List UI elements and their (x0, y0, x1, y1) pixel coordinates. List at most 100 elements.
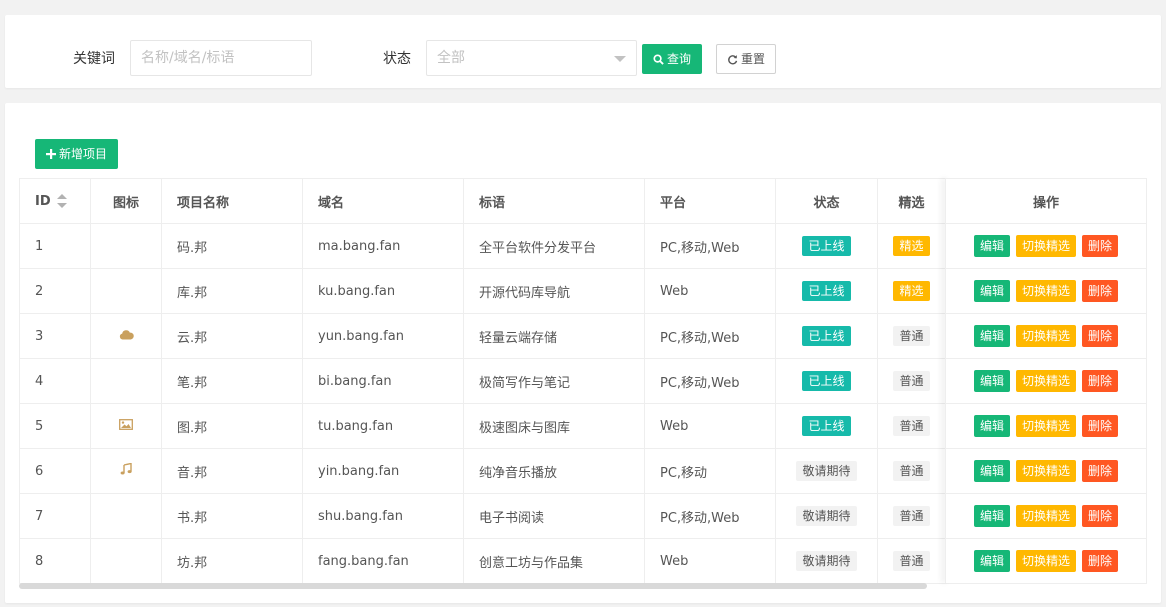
horizontal-scrollbar[interactable] (19, 583, 927, 589)
keyword-input[interactable]: 名称/域名/标语 (130, 40, 312, 76)
delete-button[interactable]: 删除 (1082, 370, 1119, 392)
cell-slogan: 轻量云端存储 (463, 313, 645, 359)
toggle-featured-button[interactable]: 切换精选 (1015, 505, 1076, 527)
cell-status: 已上线 (775, 223, 878, 269)
cell-featured: 普通 (877, 448, 946, 494)
cell-featured: 精选 (877, 268, 946, 314)
featured-badge: 普通 (893, 326, 930, 346)
cell-id: 5 (19, 403, 91, 449)
keyword-label: 关键词 (73, 51, 115, 67)
delete-button[interactable]: 删除 (1082, 460, 1119, 482)
sort-icon[interactable] (56, 194, 67, 208)
table-panel: 新增项目 ID 图标 项目名称 域名 标语 平台 状态 精选 操作 1 码.邦 ma… (5, 103, 1161, 603)
edit-button[interactable]: 编辑 (973, 325, 1010, 347)
status-badge: 敬请期待 (796, 461, 857, 481)
edit-button[interactable]: 编辑 (973, 370, 1010, 392)
table-row[interactable]: 5 图.邦 tu.bang.fan 极速图床与图库 Web 已上线 普通 编辑 切换精选 删除 (19, 403, 1147, 449)
delete-button[interactable]: 删除 (1082, 325, 1119, 347)
table-row[interactable]: 4 笔.邦 bi.bang.fan 极简写作与笔记 PC,移动,Web 已上线 普通 编辑 切换… (19, 358, 1147, 404)
status-badge: 已上线 (802, 416, 851, 436)
delete-button[interactable]: 删除 (1082, 415, 1119, 437)
delete-button[interactable]: 删除 (1082, 505, 1119, 527)
query-button[interactable]: 查询 (642, 44, 702, 74)
cell-actions: 编辑 切换精选 删除 (945, 538, 1147, 584)
featured-badge: 普通 (893, 506, 930, 526)
cell-icon (90, 313, 162, 359)
featured-badge: 精选 (893, 281, 930, 301)
table-row[interactable]: 2 库.邦 ku.bang.fan 开源代码库导航 Web 已上线 精选 编辑 切换精选 删除 (19, 268, 1147, 314)
cell-name: 书.邦 (161, 493, 303, 539)
table-row[interactable]: 7 书.邦 shu.bang.fan 电子书阅读 PC,移动,Web 敬请期待 普通 编辑 切换… (19, 493, 1147, 539)
table-row[interactable]: 3 云.邦 yun.bang.fan 轻量云端存储 PC,移动,Web 已上线 普通 编辑 切换… (19, 313, 1147, 359)
cell-slogan: 电子书阅读 (463, 493, 645, 539)
toggle-featured-button[interactable]: 切换精选 (1015, 235, 1076, 257)
cell-domain: yun.bang.fan (302, 313, 464, 359)
cell-name: 图.邦 (161, 403, 303, 449)
cell-domain: ma.bang.fan (302, 223, 464, 269)
toggle-featured-button[interactable]: 切换精选 (1015, 550, 1076, 572)
status-badge: 敬请期待 (796, 506, 857, 526)
header-domain: 域名 (302, 178, 464, 224)
add-project-label: 新增项目 (58, 147, 107, 161)
featured-badge: 普通 (893, 416, 930, 436)
table-row[interactable]: 1 码.邦 ma.bang.fan 全平台软件分发平台 PC,移动,Web 已上线 精选 编辑… (19, 223, 1147, 269)
cell-domain: yin.bang.fan (302, 448, 464, 494)
edit-button[interactable]: 编辑 (973, 505, 1010, 527)
query-button-label: 查询 (666, 52, 691, 66)
cell-icon (90, 223, 162, 269)
cell-domain: shu.bang.fan (302, 493, 464, 539)
toggle-featured-button[interactable]: 切换精选 (1015, 370, 1076, 392)
featured-badge: 普通 (893, 461, 930, 481)
cell-id: 6 (19, 448, 91, 494)
add-project-button[interactable]: 新增项目 (35, 139, 118, 169)
cell-id: 3 (19, 313, 91, 359)
cell-name: 音.邦 (161, 448, 303, 494)
toggle-featured-button[interactable]: 切换精选 (1015, 325, 1076, 347)
cell-domain: fang.bang.fan (302, 538, 464, 584)
header-slogan: 标语 (463, 178, 645, 224)
edit-button[interactable]: 编辑 (973, 550, 1010, 572)
toggle-featured-button[interactable]: 切换精选 (1015, 280, 1076, 302)
delete-button[interactable]: 删除 (1082, 280, 1119, 302)
edit-button[interactable]: 编辑 (973, 415, 1010, 437)
edit-button[interactable]: 编辑 (973, 235, 1010, 257)
cell-slogan: 开源代码库导航 (463, 268, 645, 314)
cell-actions: 编辑 切换精选 删除 (945, 493, 1147, 539)
cell-slogan: 全平台软件分发平台 (463, 223, 645, 269)
cell-id: 4 (19, 358, 91, 404)
cell-platform: PC,移动,Web (644, 493, 776, 539)
fixed-column-shadow (945, 178, 951, 583)
image-icon (119, 418, 133, 434)
toggle-featured-button[interactable]: 切换精选 (1015, 415, 1076, 437)
cell-domain: ku.bang.fan (302, 268, 464, 314)
table-row[interactable]: 6 音.邦 yin.bang.fan 纯净音乐播放 PC,移动 敬请期待 普通 编辑 切换精选删… (19, 448, 1147, 494)
status-select[interactable]: 全部 (426, 40, 637, 76)
cell-icon (90, 358, 162, 404)
cell-status: 敬请期待 (775, 538, 878, 584)
cell-name: 坊.邦 (161, 538, 303, 584)
cell-status: 已上线 (775, 268, 878, 314)
cell-featured: 普通 (877, 403, 946, 449)
table-row[interactable]: 8 坊.邦 fang.bang.fan 创意工坊与作品集 Web 敬请期待 普通 编辑 切换精选… (19, 538, 1147, 584)
header-name: 项目名称 (161, 178, 303, 224)
cell-domain: bi.bang.fan (302, 358, 464, 404)
project-table: ID 图标 项目名称 域名 标语 平台 状态 精选 操作 1 码.邦 ma.bang… (19, 178, 1147, 584)
header-id[interactable]: ID (19, 178, 91, 224)
featured-badge: 普通 (893, 551, 930, 571)
cell-actions: 编辑 切换精选 删除 (945, 448, 1147, 494)
cloud-icon (119, 329, 134, 344)
cell-slogan: 极简写作与笔记 (463, 358, 645, 404)
delete-button[interactable]: 删除 (1082, 235, 1119, 257)
status-badge: 敬请期待 (796, 551, 857, 571)
header-platform: 平台 (644, 178, 776, 224)
delete-button[interactable]: 删除 (1082, 550, 1119, 572)
toggle-featured-button[interactable]: 切换精选 (1015, 460, 1076, 482)
header-actions: 操作 (945, 178, 1147, 224)
cell-slogan: 纯净音乐播放 (463, 448, 645, 494)
reset-button[interactable]: 重置 (716, 44, 776, 74)
cell-icon (90, 268, 162, 314)
featured-badge: 精选 (893, 236, 930, 256)
edit-button[interactable]: 编辑 (973, 280, 1010, 302)
edit-button[interactable]: 编辑 (973, 460, 1010, 482)
status-badge: 已上线 (802, 326, 851, 346)
